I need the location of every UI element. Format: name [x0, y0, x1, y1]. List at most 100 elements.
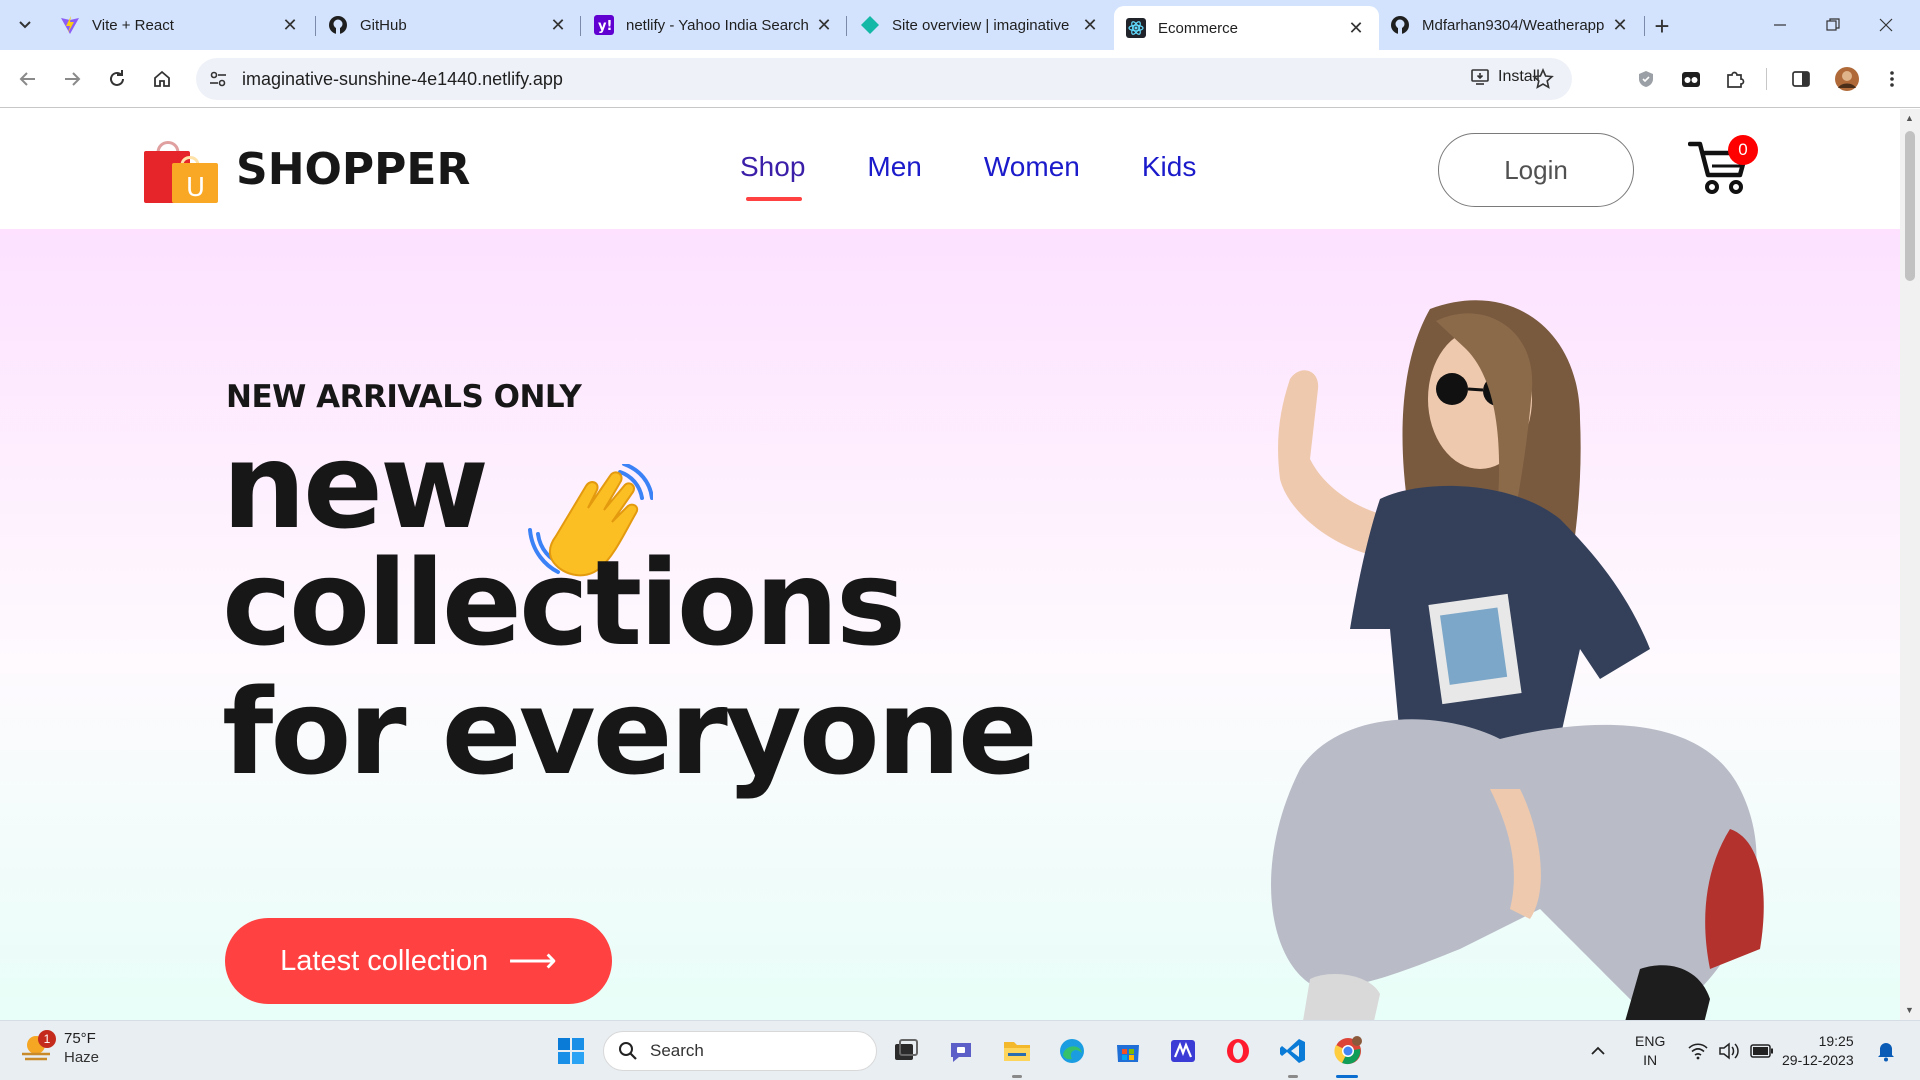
- wifi-icon: [1688, 1043, 1708, 1060]
- chrome-browser-button[interactable]: [1328, 1031, 1368, 1071]
- extension-button[interactable]: [1675, 63, 1707, 95]
- tab-weatherapp[interactable]: Mdfarhan9304/Weatherapp ✕: [1378, 6, 1643, 44]
- close-icon[interactable]: ✕: [1609, 14, 1631, 36]
- browser-toolbar: imaginative-sunshine-4e1440.netlify.app …: [0, 50, 1920, 108]
- address-bar[interactable]: imaginative-sunshine-4e1440.netlify.app …: [196, 58, 1572, 100]
- minimize-button[interactable]: [1756, 8, 1804, 42]
- forward-button[interactable]: [56, 63, 88, 95]
- tab-search-button[interactable]: [10, 10, 40, 40]
- chevron-down-icon: [19, 21, 31, 29]
- quick-settings-button[interactable]: [1688, 1021, 1774, 1080]
- store-icon: [1117, 1045, 1139, 1062]
- nav-item-men[interactable]: Men: [867, 151, 921, 183]
- arrow-left-icon: [19, 72, 35, 86]
- microsoft-store-button[interactable]: [1108, 1031, 1148, 1071]
- login-button[interactable]: Login: [1438, 133, 1634, 207]
- side-panel-button[interactable]: [1785, 63, 1817, 95]
- opera-icon: [1227, 1039, 1249, 1063]
- close-icon[interactable]: ✕: [547, 14, 569, 36]
- latest-collection-button[interactable]: Latest collection ⟶: [225, 918, 612, 1004]
- nav-item-women[interactable]: Women: [984, 151, 1080, 183]
- volume-icon: [1719, 1042, 1739, 1060]
- show-hidden-icons-button[interactable]: [1590, 1021, 1606, 1080]
- task-view-icon: [895, 1039, 918, 1060]
- tab-yahoo-search[interactable]: y! netlify - Yahoo India Search ✕: [582, 6, 847, 44]
- cta-label: Latest collection: [280, 944, 489, 977]
- profile-button[interactable]: [1831, 63, 1863, 95]
- home-button[interactable]: [146, 63, 178, 95]
- hero-headline-line2: collections: [222, 534, 906, 672]
- github-icon: [1390, 15, 1410, 35]
- teams-chat-button[interactable]: [941, 1031, 981, 1071]
- close-icon[interactable]: ✕: [1345, 17, 1367, 39]
- weather-widget[interactable]: 75°F Haze: [18, 1029, 99, 1067]
- vite-icon: [60, 15, 80, 35]
- extension-shield-button[interactable]: [1630, 63, 1662, 95]
- weather-notification-badge: 1: [38, 1030, 56, 1048]
- browser-tab-bar: Vite + React ✕ GitHub ✕ y! netlify - Yah…: [0, 0, 1920, 50]
- toolbar-divider: [1766, 68, 1767, 90]
- close-icon[interactable]: ✕: [1079, 14, 1101, 36]
- language-indicator[interactable]: ENG IN: [1635, 1021, 1665, 1080]
- yahoo-icon: y!: [594, 15, 614, 35]
- restore-icon: [1826, 18, 1840, 31]
- search-placeholder: Search: [650, 1041, 704, 1060]
- url-text[interactable]: imaginative-sunshine-4e1440.netlify.app: [242, 69, 563, 90]
- language-line2: IN: [1643, 1052, 1658, 1068]
- folder-icon: [1004, 1042, 1030, 1061]
- back-button[interactable]: [12, 63, 44, 95]
- close-window-button[interactable]: [1862, 8, 1910, 42]
- tab-title: netlify - Yahoo India Search: [626, 16, 809, 34]
- nav-item-kids[interactable]: Kids: [1142, 151, 1196, 183]
- chat-icon: [951, 1043, 971, 1062]
- scroll-down-icon[interactable]: ▼: [1905, 1005, 1914, 1015]
- scrollbar-thumb[interactable]: [1905, 131, 1915, 281]
- extensions-menu-button[interactable]: [1719, 63, 1751, 95]
- running-indicator: [1012, 1075, 1022, 1078]
- edge-browser-button[interactable]: [1052, 1031, 1092, 1071]
- clock-date: 29-12-2023: [1782, 1052, 1854, 1068]
- bell-icon: [1878, 1043, 1894, 1062]
- arrow-right-icon: [65, 72, 81, 86]
- opera-browser-button[interactable]: [1218, 1031, 1258, 1071]
- site-settings-icon[interactable]: [208, 69, 228, 94]
- new-tab-button[interactable]: +: [1648, 11, 1676, 41]
- extension-icon: [1682, 72, 1700, 87]
- notifications-button[interactable]: [1876, 1021, 1896, 1080]
- side-panel-icon: [1792, 71, 1810, 87]
- clock[interactable]: 19:25 29-12-2023: [1782, 1021, 1854, 1080]
- bookmark-star-icon[interactable]: [1532, 67, 1554, 95]
- tab-github[interactable]: GitHub ✕: [316, 6, 581, 44]
- nav-item-shop[interactable]: Shop: [740, 151, 805, 201]
- close-icon: [1879, 18, 1893, 32]
- start-button[interactable]: [551, 1031, 591, 1071]
- brand-name: SHOPPER: [236, 143, 471, 195]
- site-logo[interactable]: U SHOPPER: [142, 133, 470, 205]
- tab-title: Ecommerce: [1158, 19, 1239, 37]
- reload-button[interactable]: [101, 63, 133, 95]
- browser-menu-button[interactable]: [1876, 63, 1908, 95]
- file-explorer-button[interactable]: [997, 1031, 1037, 1071]
- tab-separator: [580, 16, 581, 36]
- tab-vite-react[interactable]: Vite + React ✕: [48, 6, 313, 44]
- page-scrollbar[interactable]: ▲ ▼: [1900, 109, 1920, 1020]
- close-icon[interactable]: ✕: [813, 14, 835, 36]
- nav-item-label: Kids: [1141, 151, 1197, 182]
- close-icon[interactable]: ✕: [279, 14, 301, 36]
- react-icon: [1126, 18, 1146, 38]
- hero-model-image: [1271, 300, 1764, 1020]
- avatar: [1835, 67, 1859, 91]
- tab-title: Site overview | imaginative: [892, 16, 1070, 34]
- task-view-button[interactable]: [886, 1031, 926, 1071]
- taskbar-search-box[interactable]: Search: [603, 1031, 877, 1071]
- logo-letter: U: [186, 173, 205, 203]
- netlify-icon: [860, 15, 880, 35]
- active-app-indicator: [1336, 1075, 1358, 1078]
- restore-button[interactable]: [1809, 8, 1857, 42]
- tab-ecommerce[interactable]: Ecommerce ✕: [1114, 6, 1379, 50]
- scroll-up-icon[interactable]: ▲: [1905, 113, 1914, 123]
- install-app-button[interactable]: Install: [1470, 67, 1540, 87]
- tab-netlify-site[interactable]: Site overview | imaginative ✕: [848, 6, 1113, 44]
- vscode-button[interactable]: [1273, 1031, 1313, 1071]
- app-button[interactable]: [1163, 1031, 1203, 1071]
